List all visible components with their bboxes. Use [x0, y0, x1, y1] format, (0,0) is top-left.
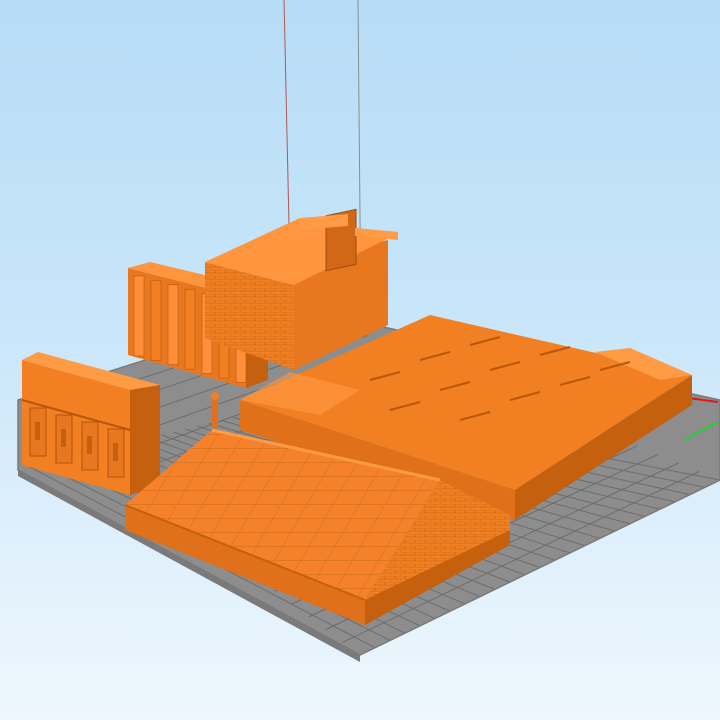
scene-canvas[interactable]: [0, 0, 720, 720]
3d-viewport[interactable]: [0, 0, 720, 720]
small-statue[interactable]: [211, 392, 219, 428]
